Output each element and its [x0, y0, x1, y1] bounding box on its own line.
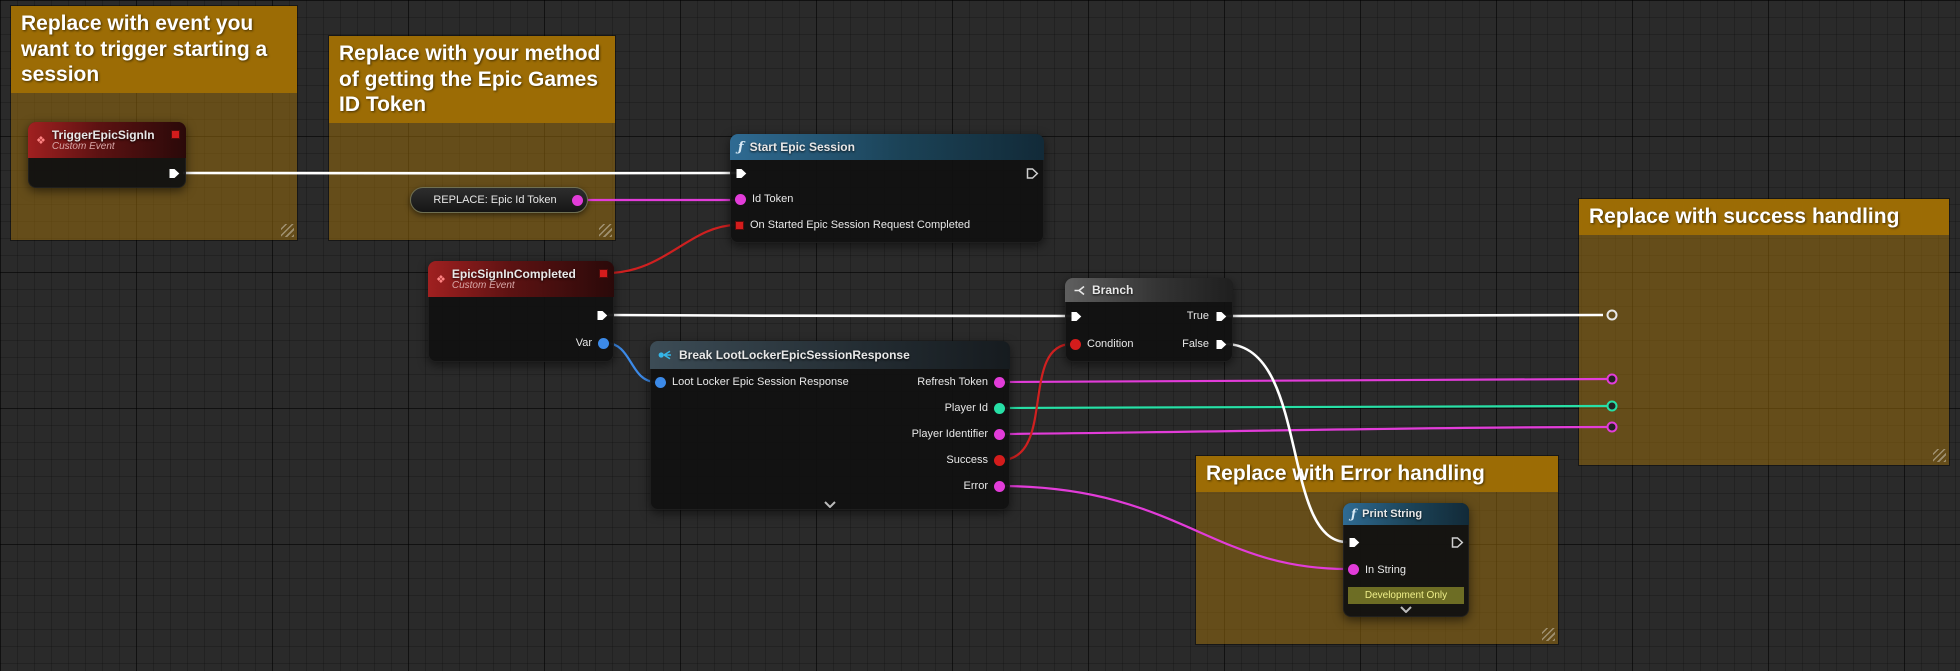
pin-label: Id Token: [752, 193, 794, 205]
delegate-in-pin[interactable]: [735, 220, 744, 230]
node-title: Print String: [1362, 508, 1423, 520]
player-id-pin[interactable]: [994, 402, 1005, 414]
comment-body: [329, 122, 615, 240]
node-title: Start Epic Session: [749, 140, 855, 154]
pin-label: True: [1186, 310, 1209, 322]
custom-event-icon: ❖: [436, 273, 446, 286]
exec-out-pin[interactable]: [1026, 167, 1039, 180]
resize-grip[interactable]: [1542, 628, 1555, 641]
node-trigger-epic-sign-in[interactable]: ❖ TriggerEpicSignIn Custom Event: [28, 122, 186, 188]
wire-player-identifier: [1001, 425, 1609, 436]
delegate-pin[interactable]: [599, 269, 608, 278]
exec-false-pin[interactable]: [1215, 338, 1228, 351]
condition-pin[interactable]: [1070, 338, 1081, 350]
wire-exec-event-to-branch: [607, 313, 1073, 318]
player-identifier-pin[interactable]: [994, 428, 1005, 440]
branch-icon: [1074, 285, 1085, 295]
development-only-band[interactable]: Development Only: [1348, 587, 1464, 604]
comment-body: [1579, 234, 1949, 465]
blueprint-graph-canvas[interactable]: Replace with event you want to trigger s…: [0, 0, 1960, 671]
node-subtitle: Custom Event: [51, 141, 115, 152]
exec-out-pin[interactable]: [596, 309, 609, 322]
pin-label: Var: [575, 337, 592, 349]
node-title: Break LootLockerEpicSessionResponse: [679, 348, 910, 362]
pin-label: Error: [963, 480, 988, 492]
resize-grip[interactable]: [1933, 449, 1946, 462]
node-branch[interactable]: Branch True Condition False: [1065, 278, 1233, 362]
pin-label: Player Id: [944, 402, 988, 414]
custom-event-icon: ❖: [36, 134, 46, 147]
expand-pins-chevron[interactable]: [650, 499, 1010, 510]
exec-out-pin[interactable]: [1451, 536, 1464, 549]
resize-grip[interactable]: [281, 224, 294, 237]
wire-success-to-condition: [1001, 342, 1072, 462]
node-header: ❖ EpicSignInCompleted Custom Event: [428, 261, 614, 297]
node-epic-sign-in-completed[interactable]: ❖ EpicSignInCompleted Custom Event Var: [428, 261, 614, 362]
in-string-pin[interactable]: [1348, 564, 1359, 575]
function-icon: ƒ: [738, 139, 744, 155]
string-out-pin[interactable]: [572, 195, 583, 206]
expand-pins-chevron[interactable]: [1343, 604, 1469, 615]
pin-label: On Started Epic Session Request Complete…: [750, 219, 971, 231]
pin-label: Condition: [1087, 338, 1134, 350]
wire-exec-true-out: [1224, 313, 1604, 318]
node-subtitle: Custom Event: [451, 280, 515, 291]
pin-label: Refresh Token: [917, 376, 988, 388]
node-header: Branch: [1065, 278, 1233, 302]
exec-in-pin[interactable]: [735, 167, 748, 180]
break-struct-icon: [658, 350, 671, 360]
refresh-token-pin[interactable]: [994, 376, 1005, 388]
chevron-down-icon: [824, 501, 836, 508]
pill-label: REPLACE: Epic Id Token: [433, 194, 557, 206]
pin-label: False: [1182, 338, 1209, 350]
struct-in-pin[interactable]: [655, 376, 666, 388]
exec-in-pin[interactable]: [1348, 536, 1361, 549]
exec-true-pin[interactable]: [1215, 310, 1228, 323]
pin-label: In String: [1365, 563, 1406, 576]
wire-delegate-completed: [606, 223, 738, 275]
node-title: EpicSignInCompleted: [451, 267, 576, 281]
node-break-epic-session-response[interactable]: Break LootLockerEpicSessionResponse Loot…: [650, 341, 1010, 510]
chevron-down-icon: [1400, 606, 1412, 613]
resize-grip[interactable]: [599, 224, 612, 237]
node-title: Branch: [1092, 283, 1134, 297]
exec-in-pin[interactable]: [1070, 310, 1083, 323]
node-print-string[interactable]: ƒ Print String In String Development Onl…: [1343, 503, 1469, 617]
exec-out-pin[interactable]: [168, 167, 181, 180]
node-header: ƒ Print String: [1343, 503, 1469, 525]
function-icon: ƒ: [1351, 507, 1357, 521]
var-out-pin[interactable]: [598, 337, 609, 349]
pin-label: Player Identifier: [911, 428, 988, 440]
comment-title[interactable]: Replace with event you want to trigger s…: [11, 6, 297, 93]
id-token-pin[interactable]: [735, 193, 746, 205]
node-replace-epic-id-token[interactable]: REPLACE: Epic Id Token: [410, 187, 588, 213]
delegate-pin[interactable]: [171, 130, 180, 139]
comment-title[interactable]: Replace with your method of getting the …: [329, 36, 615, 123]
pin-label: Success: [946, 454, 988, 466]
node-start-epic-session[interactable]: ƒ Start Epic Session Id Token On Started…: [730, 134, 1044, 243]
comment-title[interactable]: Replace with Error handling: [1196, 456, 1558, 492]
success-pin[interactable]: [994, 454, 1005, 466]
node-title: TriggerEpicSignIn: [51, 128, 155, 142]
wire-refresh-token: [1001, 377, 1609, 384]
error-pin[interactable]: [994, 480, 1005, 492]
node-header: ƒ Start Epic Session: [730, 134, 1044, 160]
node-header: Break LootLockerEpicSessionResponse: [650, 341, 1010, 369]
node-header: ❖ TriggerEpicSignIn Custom Event: [28, 122, 186, 158]
comment-success-handling[interactable]: Replace with success handling: [1578, 198, 1950, 466]
pin-label: Loot Locker Epic Session Response: [672, 376, 849, 388]
wire-player-id: [1001, 404, 1609, 410]
comment-title[interactable]: Replace with success handling: [1579, 199, 1949, 235]
